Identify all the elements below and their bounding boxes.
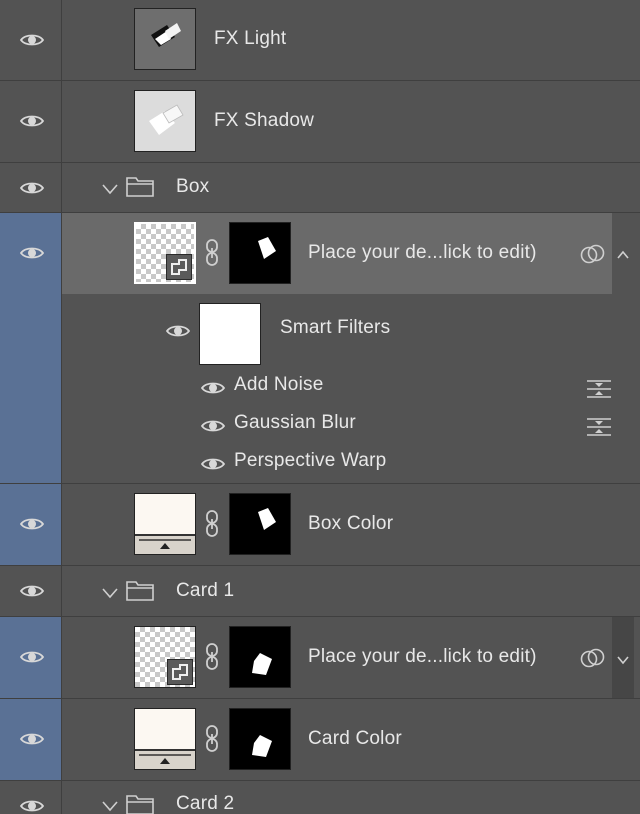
smart-object-thumbnail[interactable]: [134, 222, 196, 284]
smart-object-icon: [166, 254, 192, 280]
eye-icon[interactable]: [19, 583, 45, 599]
layer-name: Place your de...lick to edit): [308, 242, 537, 263]
eye-icon[interactable]: [19, 798, 45, 814]
layer-name: Box Color: [308, 513, 394, 534]
smart-filters-label: Smart Filters: [280, 317, 391, 338]
layer-mask-thumbnail[interactable]: [229, 222, 291, 284]
eye-icon[interactable]: [19, 245, 45, 261]
chevron-up-icon[interactable]: [616, 247, 634, 259]
smart-filters-row[interactable]: Smart Filters: [0, 294, 640, 365]
filter-name: Add Noise: [234, 374, 324, 395]
layer-group-box[interactable]: Box: [0, 163, 640, 212]
eye-icon[interactable]: [165, 323, 191, 339]
filter-row-gaussian-blur[interactable]: Gaussian Blur: [0, 408, 640, 444]
group-name: Card 2: [176, 793, 235, 814]
layer-row-fx-light[interactable]: FX Light: [0, 0, 640, 80]
eye-icon[interactable]: [200, 418, 226, 434]
eye-icon[interactable]: [19, 32, 45, 48]
eye-icon[interactable]: [19, 649, 45, 665]
layer-name: FX Light: [214, 28, 287, 49]
eye-icon[interactable]: [200, 380, 226, 396]
fx-light-preview-icon: [151, 23, 181, 47]
link-icon[interactable]: [204, 239, 220, 267]
layer-mask-thumbnail[interactable]: [229, 626, 291, 688]
fill-layer-icon: [135, 534, 195, 554]
layer-thumbnail[interactable]: [134, 8, 196, 70]
fill-layer-icon: [135, 749, 195, 769]
filter-row-add-noise[interactable]: Add Noise: [0, 370, 640, 406]
chevron-down-icon[interactable]: [101, 182, 119, 194]
layer-name: Place your de...lick to edit): [308, 646, 537, 667]
filter-name: Gaussian Blur: [234, 412, 356, 433]
eye-icon[interactable]: [19, 516, 45, 532]
folder-icon: [126, 579, 154, 601]
link-icon[interactable]: [204, 643, 220, 671]
filter-name: Perspective Warp: [234, 450, 387, 471]
link-icon[interactable]: [204, 725, 220, 753]
layer-row-box-color[interactable]: Box Color: [0, 484, 640, 565]
filter-blending-options-icon[interactable]: [586, 416, 612, 438]
layer-group-card-2[interactable]: Card 2: [0, 781, 640, 814]
filter-blending-options-icon[interactable]: [586, 378, 612, 400]
chevron-down-icon[interactable]: [101, 586, 119, 598]
fill-layer-thumbnail[interactable]: [134, 493, 196, 555]
blend-options-icon[interactable]: [580, 243, 606, 265]
eye-icon[interactable]: [19, 180, 45, 196]
link-icon[interactable]: [204, 510, 220, 538]
smart-object-icon: [167, 659, 193, 685]
eye-icon[interactable]: [19, 731, 45, 747]
layer-thumbnail[interactable]: [134, 90, 196, 152]
fx-shadow-preview-icon: [149, 104, 184, 135]
group-name: Box: [176, 176, 210, 197]
eye-icon[interactable]: [200, 456, 226, 472]
fill-layer-thumbnail[interactable]: [134, 708, 196, 770]
layer-row-card-color[interactable]: Card Color: [0, 699, 640, 780]
chevron-down-icon[interactable]: [101, 799, 119, 811]
layer-name: Card Color: [308, 728, 402, 749]
layer-group-card-1[interactable]: Card 1: [0, 566, 640, 616]
smart-filters-mask-thumbnail[interactable]: [199, 303, 261, 365]
eye-icon[interactable]: [19, 113, 45, 129]
folder-icon: [126, 175, 154, 197]
layer-name: FX Shadow: [214, 110, 315, 131]
layer-row-box-smart-object[interactable]: Place your de...lick to edit): [0, 213, 640, 294]
chevron-down-icon[interactable]: [616, 652, 634, 665]
layer-row-card-1-smart-object[interactable]: Place your de...lick to edit): [0, 617, 640, 698]
filter-row-perspective-warp[interactable]: Perspective Warp: [0, 446, 640, 482]
group-name: Card 1: [176, 580, 235, 601]
blend-options-icon[interactable]: [580, 647, 606, 669]
layer-mask-thumbnail[interactable]: [229, 708, 291, 770]
layer-row-fx-shadow[interactable]: FX Shadow: [0, 81, 640, 162]
folder-icon: [126, 793, 154, 814]
smart-object-thumbnail[interactable]: [134, 626, 196, 688]
layer-mask-thumbnail[interactable]: [229, 493, 291, 555]
